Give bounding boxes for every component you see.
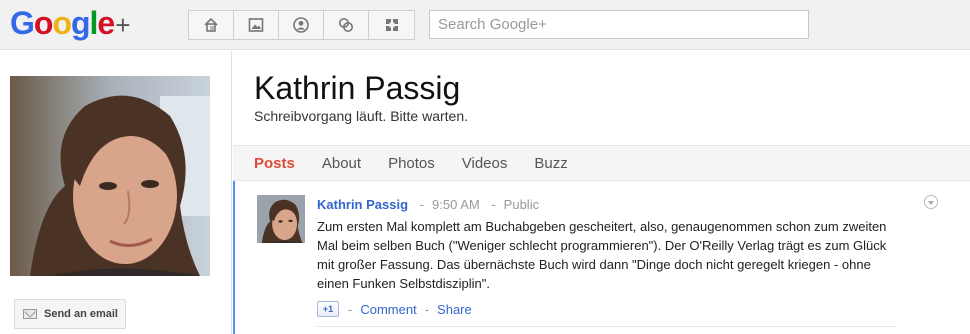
profile-name: Kathrin Passig [254,70,461,106]
plus-one-button[interactable]: +1 [317,301,339,317]
tab-about[interactable]: About [322,155,361,172]
profile-tagline: Schreibvorgang läuft. Bitte warten. [254,108,469,124]
actions-separator: - [424,301,430,317]
post-header: Kathrin Passig -9:50 AM - Public [317,197,539,212]
nav-games-button[interactable] [369,11,414,39]
logo-plus: + [115,10,130,40]
post-timestamp[interactable]: 9:50 AM [432,197,480,212]
logo-letter: o [33,5,54,41]
post-divider [317,326,895,327]
profile-icon [293,17,309,33]
tab-buzz[interactable]: Buzz [534,155,567,172]
nav-circles-button[interactable] [324,11,369,39]
post-body: Zum ersten Mal komplett am Buchabgeben g… [317,219,887,291]
profile-photo[interactable] [10,76,210,276]
nav-photos-button[interactable] [234,11,279,39]
nav-home-button[interactable] [189,11,234,39]
games-icon [385,19,398,31]
post-author-link[interactable]: Kathrin Passig [317,197,408,212]
mail-icon [23,309,37,319]
logo-letter: o [52,5,72,41]
top-bar: Google+ [0,0,970,50]
post-avatar-image [257,195,305,243]
share-link[interactable]: Share [437,302,472,317]
main-nav [188,10,415,40]
post-stream: Kathrin Passig -9:50 AM - Public Zum erst… [233,181,970,334]
tab-photos[interactable]: Photos [388,155,435,172]
circles-icon [339,18,353,32]
profile-photo-image [10,76,210,276]
post-options-dropdown[interactable] [924,195,938,209]
send-email-button[interactable]: Send an email [14,299,126,329]
profile-tabs: Posts About Photos Videos Buzz [233,145,970,181]
send-email-label: Send an email [44,308,118,320]
post-visibility[interactable]: Public [504,197,539,212]
tab-posts[interactable]: Posts [254,155,295,172]
logo-letter: g [70,5,91,41]
post-avatar[interactable] [257,195,305,243]
profile-main: Kathrin Passig Schreibvorgang läuft. Bit… [233,51,970,334]
home-icon [204,17,218,32]
photos-icon [248,18,264,32]
post-header-separator: - [419,197,424,212]
logo-letter: G [10,5,35,41]
post-actions: +1 - Comment - Share [317,301,472,317]
logo-letter: e [97,5,115,41]
actions-separator: - [348,301,353,317]
profile-sidebar: Send an email [0,51,232,334]
post-header-separator: - [491,197,496,212]
tab-videos[interactable]: Videos [462,155,508,172]
nav-profile-button[interactable] [279,11,324,39]
google-plus-logo[interactable]: Google+ [10,4,130,44]
comment-link[interactable]: Comment [360,302,416,317]
search-input[interactable] [429,10,809,39]
